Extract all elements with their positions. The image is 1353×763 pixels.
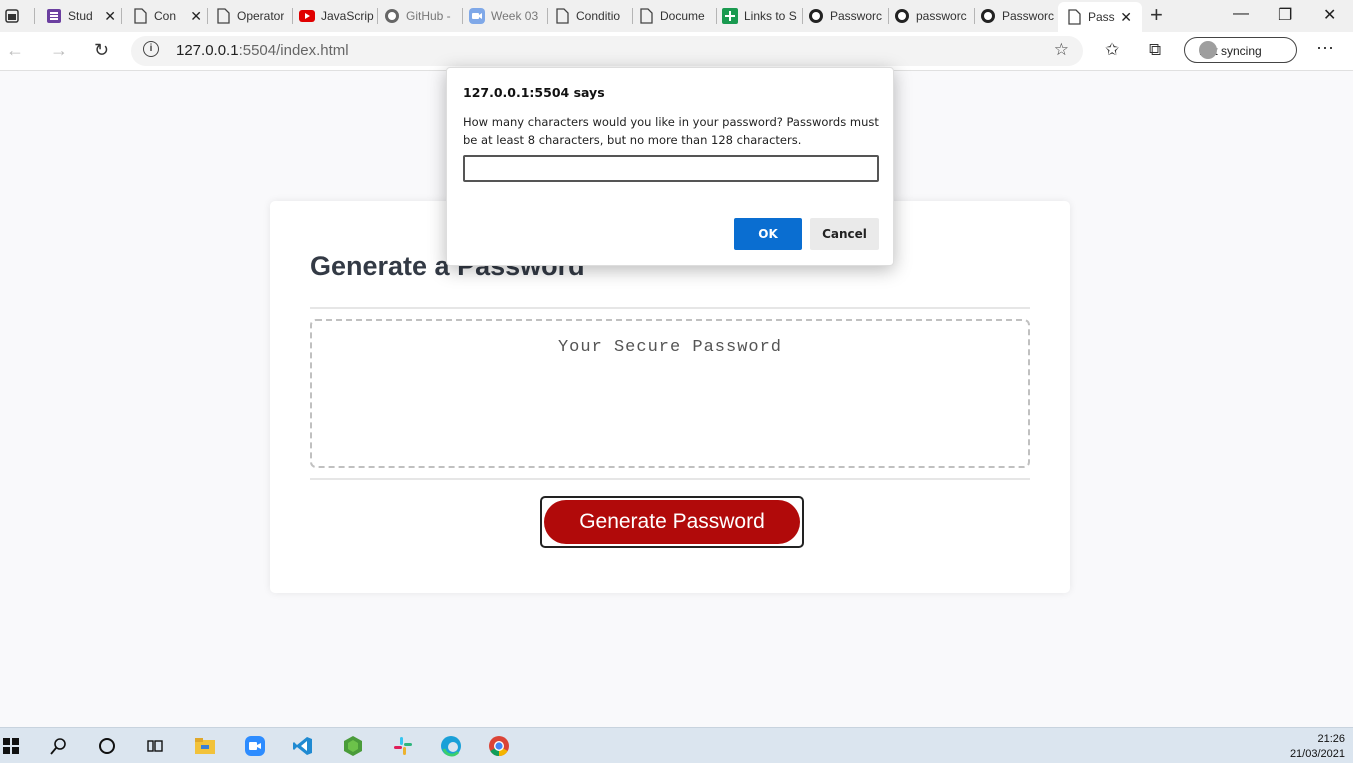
tab-title: Week 03	[491, 9, 539, 23]
tab-title: Links to S	[744, 9, 797, 23]
search-icon[interactable]	[48, 735, 70, 757]
more-options-icon[interactable]: ⋯	[1316, 38, 1335, 59]
taskbar: 21:26 21/03/2021	[0, 727, 1353, 763]
tab-title: Docume	[660, 9, 705, 23]
tab-operator[interactable]: Operator	[215, 4, 289, 28]
tab-title: passworc	[916, 9, 967, 23]
github-icon	[384, 8, 400, 24]
browser-toolbar: ← → ↻ i 127.0.0.1:5504/index.html ☆ ✩ ⧉ …	[0, 32, 1353, 71]
tab-title: JavaScrip	[321, 9, 374, 23]
close-icon[interactable]: ✕	[104, 8, 116, 25]
close-icon[interactable]: ✕	[190, 8, 202, 25]
zoom-icon[interactable]	[244, 735, 266, 757]
system-clock[interactable]: 21:26 21/03/2021	[1290, 732, 1345, 762]
add-favorite-icon[interactable]: ☆	[1054, 40, 1069, 60]
avatar	[1199, 41, 1217, 59]
character-count-input[interactable]	[463, 155, 879, 182]
tab-actions-icon	[4, 8, 20, 24]
tab-password-2[interactable]: passworc	[894, 4, 972, 28]
minimize-icon[interactable]: —	[1233, 5, 1249, 23]
close-icon[interactable]: ✕	[1120, 9, 1132, 26]
tab-con[interactable]: Con ✕	[132, 4, 204, 28]
new-tab-icon[interactable]: +	[1150, 4, 1163, 26]
zoom-icon	[469, 8, 485, 24]
info-icon[interactable]: i	[143, 41, 159, 57]
tab-stud[interactable]: Stud ✕	[46, 4, 118, 28]
youtube-icon	[299, 8, 315, 24]
tab-password-1[interactable]: Passworc	[808, 4, 886, 28]
password-output[interactable]	[312, 321, 1028, 466]
nodejs-icon[interactable]	[342, 735, 364, 757]
clock-time: 21:26	[1317, 733, 1345, 745]
tab-pass-active[interactable]: Pass ✕	[1058, 2, 1142, 32]
page-icon	[1066, 9, 1082, 25]
tab-docume[interactable]: Docume	[638, 4, 714, 28]
tab-links[interactable]: Links to S	[722, 4, 800, 28]
tab-title: Operator	[237, 9, 285, 23]
generate-button-label: Generate Password	[544, 500, 800, 544]
back-icon[interactable]: ←	[6, 40, 24, 61]
tab-conditio[interactable]: Conditio	[554, 4, 630, 28]
tab-title: Passworc	[1002, 9, 1055, 23]
vscode-icon[interactable]	[292, 735, 314, 757]
clock-date: 21/03/2021	[1289, 748, 1345, 760]
file-explorer-icon[interactable]	[194, 735, 216, 757]
tab-week03[interactable]: Week 03	[469, 4, 545, 28]
tab-title: GitHub -	[406, 9, 451, 23]
cortana-icon[interactable]	[96, 735, 118, 757]
slack-icon[interactable]	[392, 735, 414, 757]
restore-icon[interactable]: ❐	[1278, 5, 1292, 25]
prompt-dialog: 127.0.0.1:5504 says How many characters …	[446, 67, 894, 266]
cancel-button[interactable]: Cancel	[810, 218, 879, 250]
address-bar[interactable]: i 127.0.0.1:5504/index.html ☆	[131, 36, 1083, 66]
tab-actions-button[interactable]	[4, 4, 24, 28]
tab-github[interactable]: GitHub -	[384, 4, 460, 28]
tab-strip: Stud ✕ Con ✕ Operator JavaScrip GitHub -…	[0, 0, 1353, 32]
divider	[310, 307, 1030, 309]
tab-title: Con	[154, 9, 177, 23]
page-icon	[638, 8, 654, 24]
github-icon	[980, 8, 996, 24]
tab-title: Conditio	[576, 9, 621, 23]
dialog-origin: 127.0.0.1:5504 says	[463, 85, 605, 100]
github-icon	[894, 8, 910, 24]
sheets-icon	[722, 8, 738, 24]
close-window-icon[interactable]: ✕	[1323, 5, 1336, 25]
dialog-message: How many characters would you like in yo…	[463, 115, 879, 147]
github-icon	[808, 8, 824, 24]
chrome-icon[interactable]	[488, 735, 510, 757]
forward-icon[interactable]: →	[50, 40, 68, 61]
ok-button[interactable]: OK	[734, 218, 802, 250]
task-view-icon[interactable]	[144, 735, 166, 757]
divider	[310, 478, 1030, 480]
page-icon	[132, 8, 148, 24]
collections-icon[interactable]: ⧉	[1149, 40, 1161, 60]
favorites-icon[interactable]: ✩	[1105, 40, 1119, 60]
tab-javascript[interactable]: JavaScrip	[299, 4, 375, 28]
edge-icon[interactable]	[440, 735, 462, 757]
refresh-icon[interactable]: ↻	[94, 40, 109, 61]
tab-title: Pass	[1088, 10, 1115, 24]
tab-title: Stud	[68, 9, 93, 23]
forms-icon	[46, 8, 62, 24]
tab-password-3[interactable]: Passworc	[980, 4, 1058, 28]
tab-title: Passworc	[830, 9, 883, 23]
password-output-box	[310, 319, 1030, 468]
profile-sync-button[interactable]: Not syncing	[1184, 37, 1297, 63]
windows-icon[interactable]	[0, 735, 22, 757]
page-icon	[554, 8, 570, 24]
generate-password-button[interactable]: Generate Password	[540, 496, 804, 548]
page-icon	[215, 8, 231, 24]
url-text[interactable]: 127.0.0.1:5504/index.html	[176, 42, 349, 59]
